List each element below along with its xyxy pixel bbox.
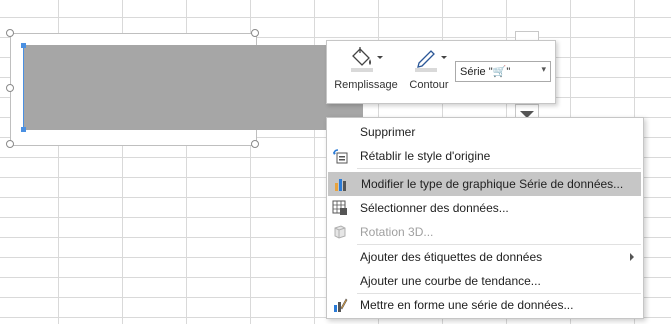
reset-style-icon xyxy=(333,149,348,164)
mini-toolbar: Remplissage Contour Série "🛒" ▾ xyxy=(326,40,556,104)
resize-handle-top-left[interactable] xyxy=(6,29,14,37)
resize-handle-bottom-left[interactable] xyxy=(6,140,14,148)
chevron-down-icon: ▾ xyxy=(541,64,546,74)
menu-item-label: Modifier le type de graphique Série de d… xyxy=(361,177,624,191)
resize-handle-top-middle[interactable] xyxy=(251,29,259,37)
menu-item-label: Ajouter des étiquettes de données xyxy=(360,250,543,264)
menu-item-3d-rotation: Rotation 3D... xyxy=(327,220,643,244)
menu-item-format-series[interactable]: Mettre en forme une série de données... xyxy=(327,293,643,317)
select-data-icon xyxy=(332,200,347,215)
fill-label: Remplissage xyxy=(334,79,398,91)
format-series-icon xyxy=(334,298,348,312)
menu-item-add-trendline[interactable]: Ajouter une courbe de tendance... xyxy=(327,269,643,293)
menu-item-reset-style[interactable]: Rétablir le style d'origine xyxy=(327,144,643,168)
menu-item-label: Rétablir le style d'origine xyxy=(360,149,491,163)
series-selection-outline xyxy=(23,45,24,130)
data-series-bar[interactable] xyxy=(23,45,363,130)
menu-item-change-chart-type[interactable]: Modifier le type de graphique Série de d… xyxy=(328,172,641,196)
menu-separator xyxy=(357,168,641,169)
menu-item-label: Ajouter une courbe de tendance... xyxy=(360,274,541,288)
context-menu: Supprimer Rétablir le style d'origine Mo… xyxy=(326,117,644,319)
rotation-3d-icon xyxy=(334,225,346,239)
series-point-handle[interactable] xyxy=(21,127,26,132)
menu-item-label: Mettre en forme une série de données... xyxy=(360,298,574,312)
change-chart-type-icon xyxy=(335,179,346,191)
menu-item-label: Supprimer xyxy=(360,125,416,139)
series-select[interactable]: Série "🛒" ▾ xyxy=(455,61,551,82)
menu-item-label: Rotation 3D... xyxy=(360,225,434,239)
menu-item-select-data[interactable]: Sélectionner des données... xyxy=(327,196,643,220)
menu-item-label: Sélectionner des données... xyxy=(360,201,509,215)
outline-label: Contour xyxy=(409,79,449,91)
outline-button[interactable]: Contour xyxy=(405,45,453,97)
submenu-arrow-icon xyxy=(630,253,634,261)
pen-icon xyxy=(415,50,447,72)
resize-handle-middle-left[interactable] xyxy=(6,84,14,92)
resize-handle-bottom-middle[interactable] xyxy=(251,140,259,148)
series-select-value: Série "🛒" xyxy=(460,66,511,78)
series-point-handle[interactable] xyxy=(21,43,26,48)
paint-bucket-icon xyxy=(351,47,383,72)
menu-item-delete[interactable]: Supprimer xyxy=(327,120,643,144)
menu-item-add-data-labels[interactable]: Ajouter des étiquettes de données xyxy=(327,245,643,269)
fill-button[interactable]: Remplissage xyxy=(331,45,401,97)
